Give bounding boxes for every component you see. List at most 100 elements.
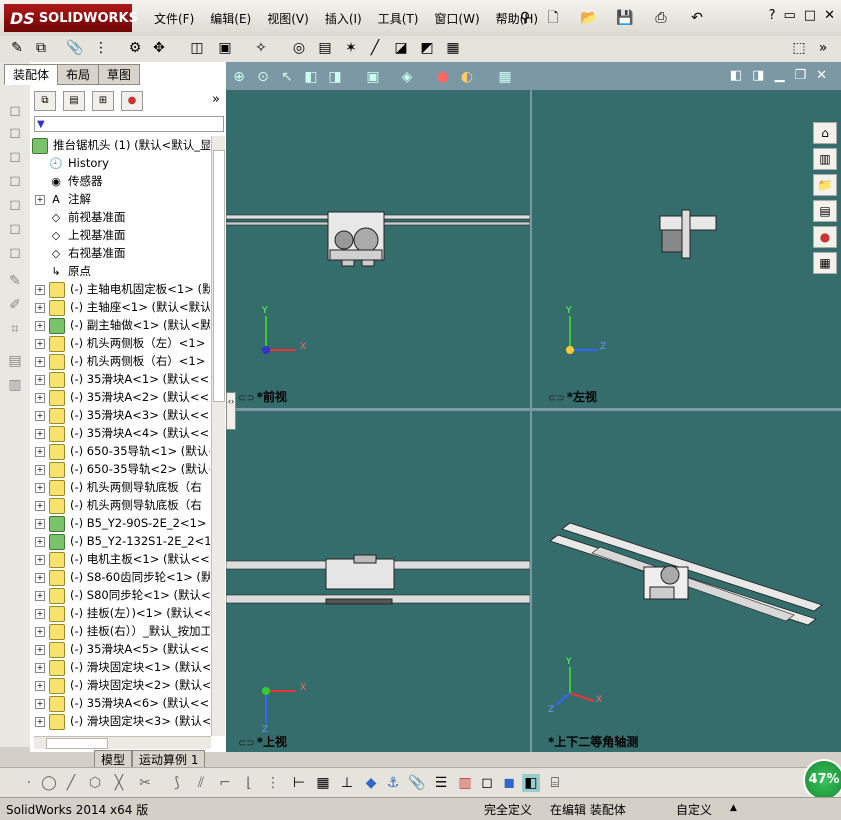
tree-item[interactable]: + (-) 35滑块A<4> (默认<<默 [32,424,210,442]
construction-icon[interactable]: ⋮ [264,774,282,792]
expand-toggle-icon[interactable]: + [35,554,45,565]
viewport-left[interactable]: Z Y ⊂⊃ *左视 [532,90,841,408]
minimize-button[interactable]: ▭ [784,8,796,23]
expand-toggle-icon[interactable]: + [35,644,45,655]
tab-sketch[interactable]: 草图 [98,64,141,85]
expand-toggle-icon[interactable]: + [35,590,45,601]
tree-item[interactable]: 🕘 History [32,154,210,172]
mirror-icon[interactable]: ⫽ [192,774,210,792]
appearance-icon[interactable]: ● [121,91,143,111]
centerline-icon[interactable]: ╳ [110,774,128,792]
print-icon[interactable]: ⎙ [652,9,670,27]
appearances-icon[interactable]: ● [813,226,837,248]
sketch-relations-icon[interactable]: ⊥ [338,774,356,792]
tab-layout[interactable]: 布局 [57,64,100,85]
viewport-isometric[interactable]: X Y Z *上下二等角轴测 [532,411,841,752]
tree-item[interactable]: + (-) 35滑块A<6> (默认<<默 [32,694,210,712]
tree-item[interactable]: + (-) 滑块固定块<1> (默认<< [32,658,210,676]
configuration-manager-icon[interactable]: ⊞ [92,91,114,111]
tree-item[interactable]: + (-) S80同步轮<1> (默认<< [32,586,210,604]
mate-icon[interactable]: 📎 [66,39,84,57]
move-component-icon[interactable]: ✥ [150,39,168,57]
view-cube-icon[interactable]: ◻ [6,172,24,190]
design-library-icon[interactable]: ▥ [813,148,837,170]
tree-item[interactable]: + (-) 35滑块A<3> (默认<<默 [32,406,210,424]
more-tools-icon[interactable]: » [814,39,832,57]
clearance-icon[interactable]: ◩ [418,39,436,57]
hole-alignment-icon[interactable]: ▦ [444,39,462,57]
grid-icon[interactable]: ▦ [314,774,332,792]
viewport-front[interactable]: X Y ⊂⊃ *前视 [226,90,530,408]
status-units[interactable]: 自定义 [676,801,712,818]
tree-horizontal-scrollbar[interactable] [34,736,211,749]
tree-item[interactable]: + (-) 机头两侧导轨底板（右 [32,496,210,514]
expand-toggle-icon[interactable]: + [35,464,45,475]
tree-item[interactable]: ◇ 前视基准面 [32,208,210,226]
view-cube-icon[interactable]: ◻ [6,102,24,120]
hide-show-icon[interactable]: ◈ [398,68,416,86]
active-view-icon[interactable]: ◧ [522,774,540,792]
expand-toggle-icon[interactable]: + [35,338,45,349]
tree-item[interactable]: + (-) 35滑块A<5> (默认<<默 [32,640,210,658]
tree-item[interactable]: + (-) S8-60齿同步轮<1> (默认 [32,568,210,586]
property-manager-icon[interactable]: ▤ [63,91,85,111]
expand-toggle-icon[interactable]: + [35,302,45,313]
paint-icon[interactable]: ◆ [362,774,380,792]
save-icon[interactable]: 💾 [616,9,634,27]
insert-component-icon[interactable]: ⧉ [32,39,50,57]
smart-fastener-icon[interactable]: ⚙ [126,39,144,57]
graphics-area[interactable]: ⊕ ⊙ ↖ ◧ ◨ ▣ ◈ ● ◐ ▦ ◧ ◨ ▁ ❐ ✕ X Y ⊂⊃ *前视… [226,62,841,752]
pin-icon[interactable]: ⚲ [516,9,534,27]
edit-appearance-icon[interactable]: ● [434,68,452,86]
link-views-icon[interactable]: ◧ [730,68,742,83]
new-document-icon[interactable]: 🗋 [544,9,562,27]
tree-item[interactable]: + A 注解 [32,190,210,208]
view-settings-icon[interactable]: ▦ [496,68,514,86]
expand-toggle-icon[interactable]: + [35,428,45,439]
apply-scene-icon[interactable]: ◐ [458,68,476,86]
expand-toggle-icon[interactable]: + [35,374,45,385]
tree-item[interactable]: ◇ 右视基准面 [32,244,210,262]
tree-item[interactable]: + (-) 机头两侧板（右）<1> ( [32,352,210,370]
expand-toggle-icon[interactable]: + [35,518,45,529]
scrollbar-thumb[interactable] [46,738,108,749]
tree-item[interactable]: + (-) 35滑块A<1> (默认<<默 [32,370,210,388]
home-icon[interactable]: ⌂ [813,122,837,144]
expand-toggle-icon[interactable]: + [35,608,45,619]
expand-toggle-icon[interactable]: + [35,626,45,637]
edit-component-icon[interactable]: ✎ [8,39,26,57]
tree-item[interactable]: + (-) B5_Y2-132S1-2E_2<1> ( [32,532,210,550]
restore-button[interactable]: □ [804,8,816,23]
expand-toggle-icon[interactable]: + [35,320,45,331]
expand-toggle-icon[interactable]: + [35,356,45,367]
expand-toggle-icon[interactable]: + [35,392,45,403]
close-button[interactable]: ✕ [824,8,835,23]
expand-toggle-icon[interactable]: + [35,662,45,673]
scrollbar-thumb[interactable] [213,150,225,402]
view-cube-icon[interactable]: ◻ [6,220,24,238]
tree-item[interactable]: + (-) 副主轴做<1> (默认<默 [32,316,210,334]
expand-toggle-icon[interactable]: + [35,698,45,709]
corner-icon[interactable]: ⌊ [240,774,258,792]
open-folder-icon[interactable]: 📂 [580,9,598,27]
bill-of-materials-icon[interactable]: ▤ [316,39,334,57]
feature-tree-icon[interactable]: ⧉ [34,91,56,111]
show-hidden-icon[interactable]: ◫ [188,39,206,57]
units-caret-icon[interactable]: ▲ [730,803,737,813]
tree-item[interactable]: + (-) 挂板(左）)<1> (默认<< [32,604,210,622]
menu-view[interactable]: 视图(V) [259,10,317,27]
sketch-tool-icon[interactable]: ⌗ [6,320,24,338]
view-cube-icon[interactable]: ◻ [6,148,24,166]
line-icon[interactable]: ╱ [62,774,80,792]
list-icon[interactable]: ☰ [432,774,450,792]
view-palette-icon[interactable]: ▤ [813,200,837,222]
interference-icon[interactable]: ◪ [392,39,410,57]
help-button[interactable]: ? [769,8,776,23]
expand-toggle-icon[interactable]: + [35,680,45,691]
tree-item[interactable]: ◇ 上视基准面 [32,226,210,244]
tree-item[interactable]: + (-) 挂板(右））_默认_按加工 [32,622,210,640]
3d-instant-icon[interactable]: ⬚ [790,39,808,57]
menu-file[interactable]: 文件(F) [146,10,202,27]
expand-toggle-icon[interactable]: + [35,500,45,511]
expand-toggle-icon[interactable]: + [35,536,45,547]
